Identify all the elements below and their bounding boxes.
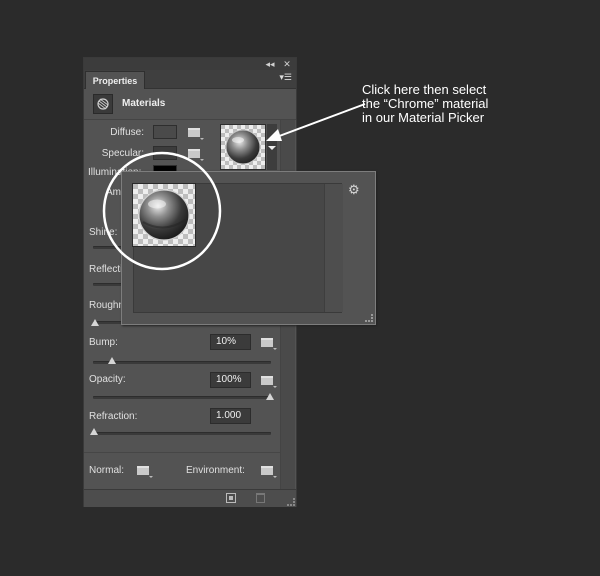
resize-grip-icon[interactable] xyxy=(365,314,373,322)
bump-slider[interactable] xyxy=(93,361,271,364)
annotation-arrow xyxy=(266,103,366,141)
bump-folder-icon[interactable] xyxy=(261,338,277,350)
opacity-folder-icon[interactable] xyxy=(261,376,277,388)
new-material-icon[interactable] xyxy=(226,493,236,503)
picker-scrollbar[interactable] xyxy=(324,184,343,312)
divider xyxy=(84,452,280,453)
opacity-input[interactable]: 100% xyxy=(210,372,251,388)
refraction-label: Refraction: xyxy=(89,411,138,422)
opacity-slider[interactable] xyxy=(93,396,271,399)
environment-folder-icon[interactable] xyxy=(261,466,277,478)
resize-grip-icon[interactable] xyxy=(287,498,295,506)
materials-icon xyxy=(93,94,113,114)
bump-slider-thumb[interactable] xyxy=(108,357,116,364)
annotation-line: the “Chrome” material xyxy=(362,96,489,111)
annotation-line: in our Material Picker xyxy=(362,110,485,125)
roughness-slider-thumb[interactable] xyxy=(91,319,99,326)
refraction-input[interactable]: 1.000 xyxy=(210,408,251,424)
normal-label: Normal: xyxy=(89,465,125,476)
opacity-slider-thumb[interactable] xyxy=(266,393,274,400)
bump-input[interactable]: 10% xyxy=(210,334,251,350)
diffuse-folder-icon[interactable] xyxy=(188,128,204,140)
materials-title: Materials xyxy=(122,98,166,109)
annotation-line: Click here then select xyxy=(362,82,487,97)
close-icon[interactable]: ✕ xyxy=(281,58,293,70)
tab-properties[interactable]: Properties xyxy=(85,71,145,89)
panel-footer xyxy=(84,489,296,507)
panel-titlebar: ◂◂ ✕ xyxy=(84,58,296,70)
annotation-text: Click here then select the “Chrome” mate… xyxy=(362,83,532,125)
gear-icon[interactable]: ⚙ xyxy=(348,182,360,198)
trash-icon[interactable] xyxy=(256,493,265,503)
normal-folder-icon[interactable] xyxy=(137,466,153,478)
diffuse-color-swatch[interactable] xyxy=(153,125,177,139)
collapse-icon[interactable]: ◂◂ xyxy=(264,58,276,70)
panel-tab-row: Properties ▾☰ xyxy=(84,70,296,89)
refraction-slider[interactable] xyxy=(93,432,271,435)
highlight-circle xyxy=(102,151,222,271)
opacity-label: Opacity: xyxy=(89,374,126,385)
panel-menu-icon[interactable]: ▾☰ xyxy=(279,72,292,83)
diffuse-label: Diffuse: xyxy=(110,127,144,138)
refraction-slider-thumb[interactable] xyxy=(90,428,98,435)
chrome-sphere-icon xyxy=(221,125,265,169)
environment-label: Environment: xyxy=(186,465,245,476)
bump-label: Bump: xyxy=(89,337,118,348)
